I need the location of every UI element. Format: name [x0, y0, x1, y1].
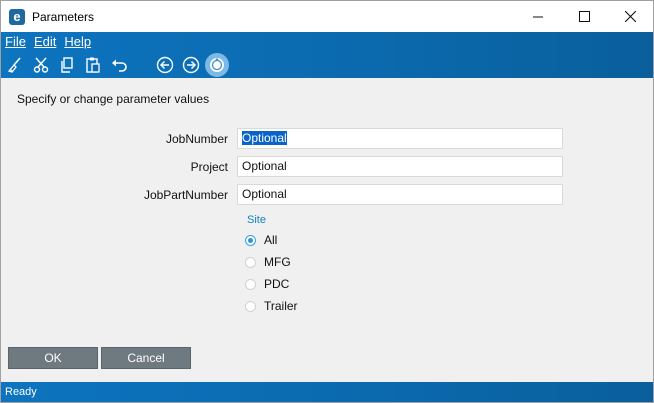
- site-group-title: Site: [247, 214, 266, 226]
- menu-toolbar-band: File Edit Help: [1, 32, 653, 78]
- title-bar: e Parameters: [1, 1, 653, 32]
- ok-button[interactable]: OK: [8, 347, 98, 369]
- menu-bar: File Edit Help: [5, 34, 99, 52]
- copy-button[interactable]: [55, 53, 79, 77]
- radio-button[interactable]: [245, 234, 256, 246]
- close-icon: [624, 11, 636, 22]
- jobpartnumber-input[interactable]: Optional: [237, 184, 563, 205]
- minimize-icon: [532, 16, 543, 18]
- close-button[interactable]: [607, 1, 653, 32]
- status-text: Ready: [5, 386, 37, 398]
- jobnumber-label: JobNumber: [165, 132, 228, 146]
- cancel-button[interactable]: Cancel: [101, 347, 191, 369]
- toolbar: [3, 53, 231, 77]
- menu-help[interactable]: Help: [64, 34, 91, 52]
- jobpartnumber-value: Optional: [242, 187, 287, 201]
- window-title: Parameters: [32, 9, 95, 24]
- radio-button[interactable]: [245, 278, 256, 290]
- status-bar: Ready: [1, 382, 653, 402]
- refresh-icon: [210, 58, 224, 72]
- clear-icon: [7, 57, 21, 73]
- site-option-trailer[interactable]: Trailer: [245, 299, 298, 313]
- forward-button[interactable]: [179, 53, 203, 77]
- maximize-icon: [578, 11, 590, 22]
- undo-icon: [112, 59, 127, 72]
- parameters-window: e Parameters File Edit Help Specify or c…: [0, 0, 654, 403]
- cut-icon: [33, 57, 49, 73]
- maximize-button[interactable]: [561, 1, 607, 32]
- refresh-button[interactable]: [205, 53, 229, 77]
- site-option-label: PDC: [264, 277, 290, 291]
- clear-button[interactable]: [3, 53, 27, 77]
- app-icon: e: [9, 8, 25, 25]
- site-option-all[interactable]: All: [245, 233, 277, 247]
- instruction-text: Specify or change parameter values: [17, 92, 210, 106]
- undo-button[interactable]: [107, 53, 131, 77]
- minimize-button[interactable]: [515, 1, 561, 32]
- project-label: Project: [190, 160, 228, 174]
- site-option-label: All: [264, 233, 278, 247]
- menu-file[interactable]: File: [5, 34, 26, 52]
- back-button[interactable]: [153, 53, 177, 77]
- cut-button[interactable]: [29, 53, 53, 77]
- jobnumber-input[interactable]: Optional: [237, 128, 563, 149]
- site-option-label: MFG: [264, 255, 291, 269]
- site-option-label: Trailer: [264, 299, 298, 313]
- paste-icon: [86, 57, 100, 73]
- jobnumber-value: Optional: [242, 131, 287, 145]
- site-option-pdc[interactable]: PDC: [245, 277, 289, 291]
- jobpartnumber-label: JobPartNumber: [143, 188, 228, 202]
- site-option-mfg[interactable]: MFG: [245, 255, 291, 269]
- paste-button[interactable]: [81, 53, 105, 77]
- radio-button[interactable]: [245, 300, 256, 312]
- copy-icon: [61, 57, 73, 73]
- project-input[interactable]: Optional: [237, 156, 563, 177]
- menu-edit[interactable]: Edit: [34, 34, 56, 52]
- back-arrow-icon: [156, 56, 174, 74]
- radio-button[interactable]: [245, 256, 256, 268]
- project-value: Optional: [242, 159, 287, 173]
- forward-arrow-icon: [182, 56, 200, 74]
- window-controls: [515, 1, 653, 32]
